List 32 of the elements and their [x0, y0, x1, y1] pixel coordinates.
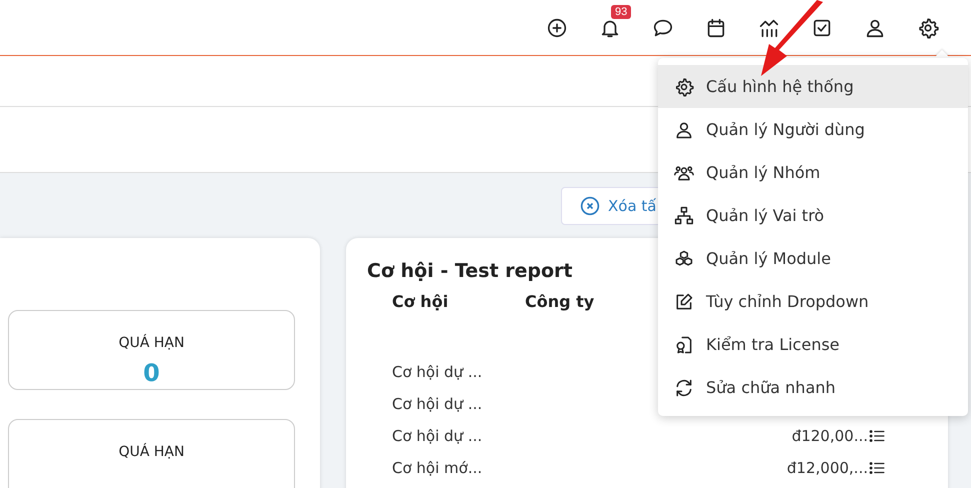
table-cell-text: Cơ hội dự ...: [392, 395, 484, 413]
settings-icon: [674, 76, 694, 96]
add-icon: [546, 16, 568, 38]
menu-item[interactable]: Quản lý Người dùng: [658, 108, 968, 151]
list-icon: [868, 427, 886, 445]
report-title: Cơ hội - Test report: [367, 260, 574, 282]
stat-label: QUÁ HẠN: [118, 444, 184, 460]
bell-button[interactable]: 93: [583, 8, 636, 48]
hierarchy-icon: [674, 206, 694, 226]
stat-label: QUÁ HẠN: [118, 335, 184, 351]
stat-value: 0: [143, 359, 160, 387]
menu-item[interactable]: Sửa chữa nhanh: [658, 366, 968, 409]
refresh-icon: [674, 378, 694, 398]
table-cell-text: Cơ hội dự ...: [392, 427, 484, 445]
table-cell-text: đ120,00...: [790, 427, 868, 445]
menu-item[interactable]: Quản lý Module: [658, 237, 968, 280]
menu-item[interactable]: Cấu hình hệ thống: [658, 65, 968, 108]
close-icon: [580, 196, 600, 216]
user-icon: [674, 120, 694, 140]
notification-badge: 93: [611, 4, 632, 18]
column-header: Công ty: [525, 292, 594, 311]
certificate-icon: [674, 334, 694, 354]
edit-icon: [674, 292, 694, 312]
menu-item[interactable]: Kiểm tra License: [658, 323, 968, 366]
column-header: Cơ hội: [392, 292, 448, 311]
menu-item[interactable]: Tùy chỉnh Dropdown: [658, 280, 968, 323]
table-cell-text: Cơ hội mớ...: [392, 459, 484, 477]
table-cell: đ12,000,...: [786, 459, 868, 477]
list-icon: [868, 459, 886, 477]
cubes-icon: [674, 248, 694, 268]
table-cell-text: Cơ hội dự ...: [392, 363, 484, 381]
settings-icon: [916, 16, 938, 38]
